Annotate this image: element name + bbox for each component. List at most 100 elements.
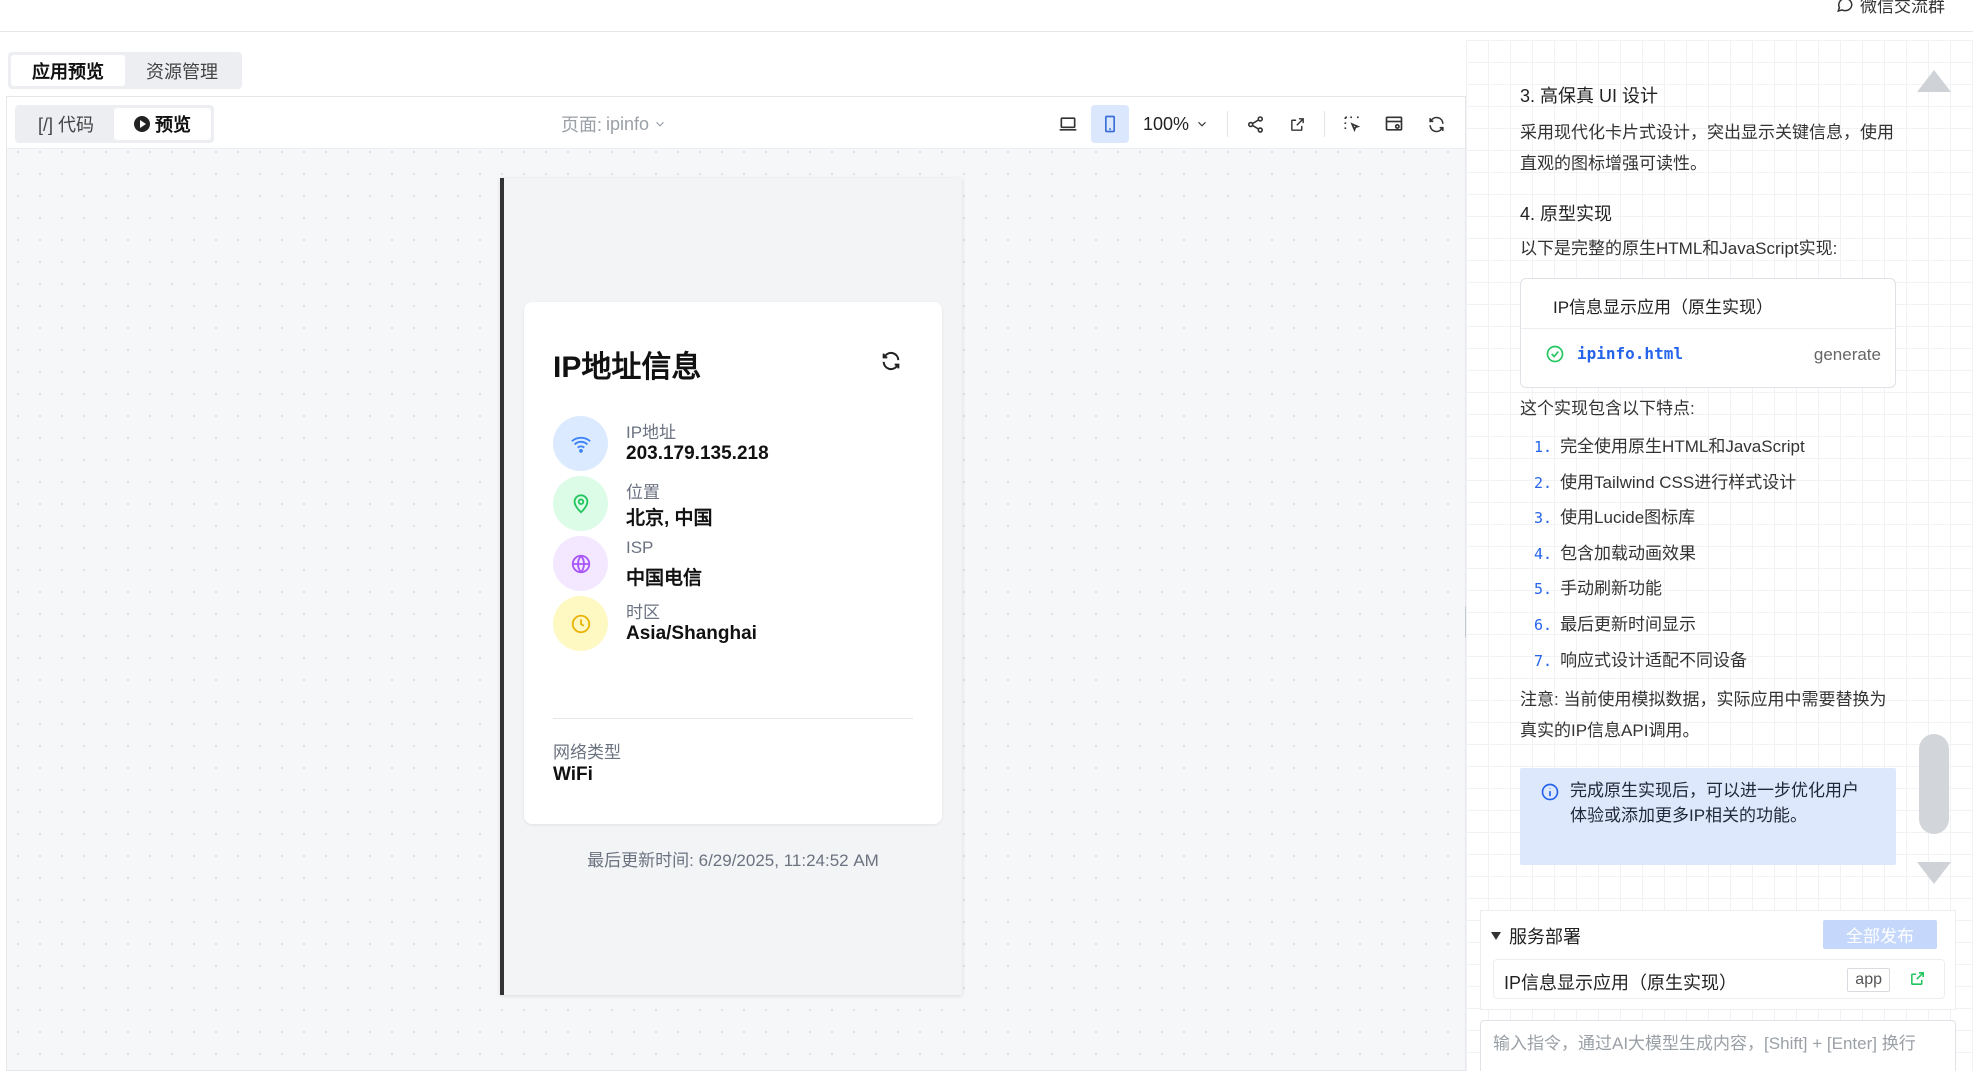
toolbar-divider xyxy=(1227,111,1228,137)
list-number: 3. xyxy=(1534,509,1553,527)
caret-down-icon xyxy=(1491,932,1501,940)
wechat-group-link[interactable]: 微信交流群 xyxy=(1836,0,1945,17)
page-select[interactable]: 页面: ipinfo xyxy=(561,111,667,137)
list-item: 4. 包含加载动画效果 xyxy=(1534,539,1696,564)
info-row-location: 位置 北京, 中国 xyxy=(553,476,913,534)
chat-pane: ... 3. 高保真 UI 设计 采用现代化卡片式设计，突出显示关键信息，使用直… xyxy=(1466,40,1973,1071)
list-text: 响应式设计适配不同设备 xyxy=(1560,651,1748,670)
info-row-isp: ISP 中国电信 xyxy=(553,536,913,594)
refresh-button[interactable] xyxy=(880,350,902,372)
toolbar-actions: 100% xyxy=(1049,105,1455,143)
isp-icon-badge xyxy=(553,536,608,591)
scroll-down-arrow[interactable] xyxy=(1917,862,1951,884)
share-button[interactable] xyxy=(1236,105,1274,143)
window-settings-icon xyxy=(1385,116,1403,131)
timezone-value: Asia/Shanghai xyxy=(626,623,757,644)
timezone-icon-badge xyxy=(553,596,608,651)
tab-app-preview[interactable]: 应用预览 xyxy=(11,55,125,86)
ip-icon-badge xyxy=(553,416,608,471)
code-label: [/] 代码 xyxy=(38,115,95,135)
desktop-view-button[interactable] xyxy=(1049,105,1087,143)
list-item: 7. 响应式设计适配不同设备 xyxy=(1534,646,1747,671)
ip-value: 203.179.135.218 xyxy=(626,443,769,464)
deploy-panel: 服务部署 全部发布 IP信息显示应用（原生实现） app xyxy=(1480,910,1956,1010)
scroll-up-arrow[interactable] xyxy=(1917,70,1951,92)
zoom-select[interactable]: 100% xyxy=(1133,114,1219,135)
last-update-text: 最后更新时间: 6/29/2025, 11:24:52 AM xyxy=(587,851,879,870)
zoom-value: 100% xyxy=(1142,113,1189,134)
list-item: 6. 最后更新时间显示 xyxy=(1534,610,1696,635)
external-link-icon[interactable] xyxy=(1909,970,1926,987)
deploy-title: 服务部署 xyxy=(1509,927,1581,947)
reload-button[interactable] xyxy=(1417,105,1455,143)
select-element-button[interactable] xyxy=(1333,105,1371,143)
artifact-card[interactable]: IP信息显示应用（原生实现） ipinfo.html generate xyxy=(1520,278,1896,388)
isp-label: ISP xyxy=(626,538,654,557)
prompt-input[interactable] xyxy=(1481,1021,1955,1071)
publish-all-button[interactable]: 全部发布 xyxy=(1823,920,1937,949)
timezone-label: 时区 xyxy=(626,603,660,622)
deploy-toggle[interactable]: 服务部署 xyxy=(1491,923,1581,949)
deploy-item-name: IP信息显示应用（原生实现） xyxy=(1504,973,1738,993)
section-text-3: 采用现代化卡片式设计，突出显示关键信息，使用直观的图标增强可读性。 xyxy=(1520,123,1894,173)
list-number: 4. xyxy=(1534,545,1553,563)
refresh-icon xyxy=(1428,116,1444,132)
list-number: 7. xyxy=(1534,652,1553,670)
wechat-label: 微信交流群 xyxy=(1860,0,1945,16)
section-heading-4: 4. 原型实现 xyxy=(1520,204,1613,224)
deploy-item: IP信息显示应用（原生实现） app xyxy=(1493,959,1945,999)
list-item: 3. 使用Lucide图标库 xyxy=(1534,503,1695,528)
chat-icon xyxy=(1837,0,1853,12)
list-number: 2. xyxy=(1534,474,1553,492)
scrollbar-thumb[interactable] xyxy=(1919,734,1949,834)
code-button[interactable]: [/] 代码 xyxy=(18,108,114,140)
info-row-timezone: 时区 Asia/Shanghai xyxy=(553,596,913,654)
page-prefix: 页面: xyxy=(561,115,603,135)
external-link-icon xyxy=(1290,117,1304,131)
map-pin-icon xyxy=(573,493,588,513)
mobile-preview-frame: IP地址信息 IP地址 203.179.135.218 位置 北京, 中国 IS… xyxy=(500,178,962,995)
app-title: IP地址信息 xyxy=(553,351,702,384)
clock-icon xyxy=(571,614,590,633)
artifact-divider xyxy=(1521,328,1895,329)
chevron-down-icon xyxy=(656,121,664,127)
globe-icon xyxy=(571,554,590,573)
notice-text: 完成原生实现后，可以进一步优化用户体验或添加更多IP相关的功能。 xyxy=(1570,781,1859,825)
truncated-text: ... xyxy=(1560,40,1573,44)
tab-resource-management[interactable]: 资源管理 xyxy=(125,55,239,86)
prompt-input-container xyxy=(1480,1020,1956,1071)
list-number: 1. xyxy=(1534,438,1553,456)
page-value: ipinfo xyxy=(606,113,650,134)
left-pane: 应用预览 资源管理 [/] 代码 预览 页面: ipinfo 100% IP地址… xyxy=(0,40,1466,1071)
card-divider xyxy=(553,718,913,719)
network-type-value: WiFi xyxy=(553,764,593,785)
list-item: 2. 使用Tailwind CSS进行样式设计 xyxy=(1534,468,1796,493)
view-mode-switch: [/] 代码 预览 xyxy=(15,105,215,143)
isp-value: 中国电信 xyxy=(626,568,703,589)
deploy-item-tag: app xyxy=(1847,968,1890,992)
main-tabs: 应用预览 资源管理 xyxy=(8,52,242,89)
features-intro: 这个实现包含以下特点: xyxy=(1520,399,1695,418)
list-text: 完全使用原生HTML和JavaScript xyxy=(1560,437,1805,456)
wifi-icon xyxy=(570,436,591,453)
settings-panel-button[interactable] xyxy=(1375,105,1413,143)
select-cursor-icon xyxy=(1344,116,1361,133)
chevron-down-icon xyxy=(1198,121,1206,127)
list-item: 1. 完全使用原生HTML和JavaScript xyxy=(1534,432,1805,457)
list-text: 包含加载动画效果 xyxy=(1560,544,1697,563)
open-external-button[interactable] xyxy=(1278,105,1316,143)
location-value: 北京, 中国 xyxy=(626,508,713,529)
smartphone-icon xyxy=(1104,115,1115,133)
artifact-file-link[interactable]: ipinfo.html xyxy=(1577,344,1683,363)
play-icon xyxy=(134,116,151,132)
preview-button[interactable]: 预览 xyxy=(114,108,212,140)
info-notice: 完成原生实现后，可以进一步优化用户体验或添加更多IP相关的功能。 xyxy=(1520,768,1896,865)
mobile-view-button[interactable] xyxy=(1090,105,1129,143)
list-text: 最后更新时间显示 xyxy=(1560,615,1697,634)
ip-info-card: IP地址信息 IP地址 203.179.135.218 位置 北京, 中国 IS… xyxy=(524,302,942,824)
artifact-action: generate xyxy=(1813,345,1881,364)
top-bar: 微信交流群 xyxy=(0,0,1973,32)
refresh-icon xyxy=(882,351,900,371)
ip-label: IP地址 xyxy=(626,423,677,442)
note-text: 注意: 当前使用模拟数据，实际应用中需要替换为真实的IP信息API调用。 xyxy=(1520,690,1887,740)
